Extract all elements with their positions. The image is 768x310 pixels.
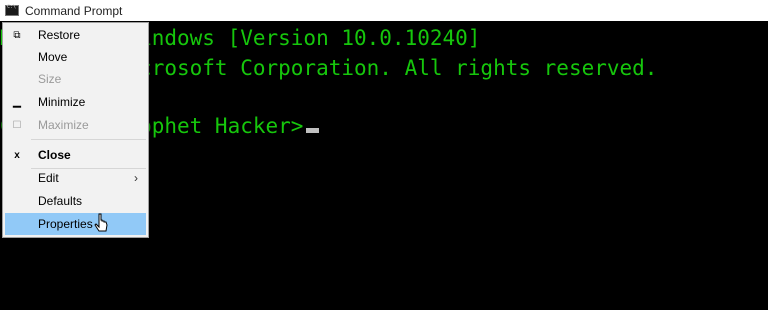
- menu-item-minimize[interactable]: ▁ Minimize: [5, 91, 146, 113]
- menu-item-label: Defaults: [38, 194, 83, 208]
- close-icon: x: [14, 149, 20, 161]
- text-cursor: [306, 128, 320, 133]
- restore-icon: ⧉: [13, 29, 21, 41]
- menu-item-move[interactable]: Move: [5, 46, 146, 68]
- menu-item-maximize: ☐ Maximize: [5, 114, 146, 136]
- menu-item-label: Size: [38, 72, 62, 86]
- menu-item-label: Properties: [38, 217, 93, 231]
- menu-item-edit[interactable]: Edit ›: [5, 167, 146, 189]
- maximize-icon: ☐: [12, 119, 22, 131]
- menu-item-label: Maximize: [38, 118, 89, 132]
- menu-item-restore[interactable]: ⧉ Restore: [5, 24, 146, 46]
- window-title: Command Prompt: [25, 3, 123, 18]
- menu-item-label: Close: [38, 148, 71, 162]
- minimize-icon: ▁: [13, 96, 21, 108]
- menu-item-label: Move: [38, 50, 68, 64]
- mouse-pointer-icon: [94, 213, 108, 232]
- menu-item-defaults[interactable]: Defaults: [5, 190, 146, 212]
- menu-item-properties[interactable]: Properties: [5, 213, 146, 235]
- command-prompt-icon[interactable]: [5, 4, 19, 16]
- menu-item-close[interactable]: x Close: [5, 144, 146, 166]
- title-bar[interactable]: Command Prompt: [0, 0, 768, 21]
- menu-item-label: Minimize: [38, 95, 86, 109]
- menu-item-label: Restore: [38, 28, 81, 42]
- menu-item-size: Size: [5, 68, 146, 90]
- menu-separator: [31, 139, 146, 140]
- chevron-right-icon: ›: [134, 171, 138, 185]
- menu-item-label: Edit: [38, 171, 59, 185]
- system-menu: ⧉ Restore Move Size ▁ Minimize ☐ Maximiz…: [2, 22, 149, 238]
